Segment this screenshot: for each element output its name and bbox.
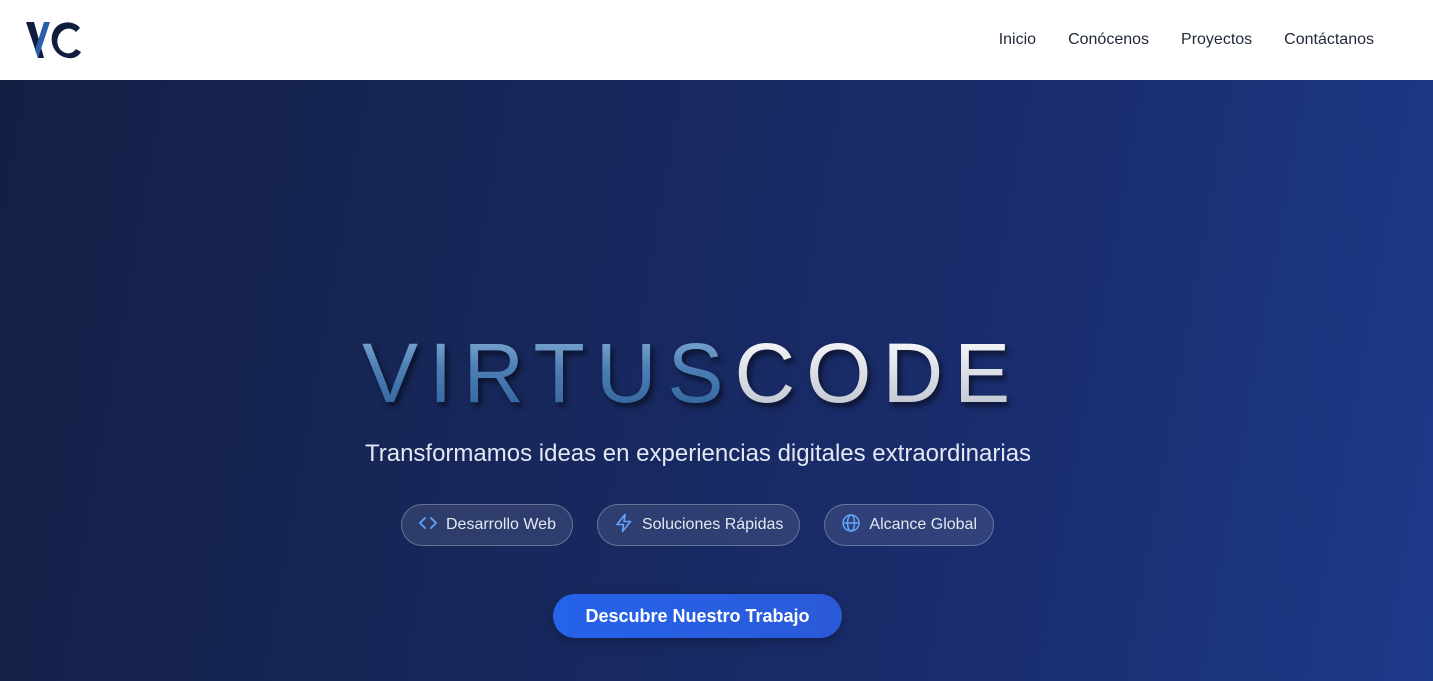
feature-pills: Desarrollo Web Soluciones Rápidas Alcanc…	[401, 504, 995, 546]
feature-pill-label: Alcance Global	[869, 516, 978, 533]
feature-pill-label: Desarrollo Web	[446, 516, 556, 533]
feature-pill-desarrollo-web[interactable]: Desarrollo Web	[401, 504, 573, 546]
hero-section: VIRTUSCODE Transformamos ideas en experi…	[0, 80, 1433, 681]
feature-pill-label: Soluciones Rápidas	[641, 516, 784, 533]
lightning-icon	[614, 513, 634, 538]
code-icon	[418, 513, 438, 538]
main-nav: Inicio Conócenos Proyectos Contáctanos	[999, 0, 1374, 80]
brand-title-part1: VIRTUS	[362, 326, 735, 420]
feature-pill-soluciones-rapidas[interactable]: Soluciones Rápidas	[596, 504, 801, 546]
nav-link-contactanos[interactable]: Contáctanos	[1284, 31, 1374, 49]
discover-work-button[interactable]: Descubre Nuestro Trabajo	[553, 594, 842, 638]
globe-icon	[841, 513, 861, 538]
vc-logo-icon[interactable]	[24, 18, 84, 62]
nav-link-conocenos[interactable]: Conócenos	[1068, 31, 1149, 49]
feature-pill-alcance-global[interactable]: Alcance Global	[824, 504, 995, 546]
nav-link-proyectos[interactable]: Proyectos	[1181, 31, 1252, 49]
hero-tagline: Transformamos ideas en experiencias digi…	[364, 440, 1032, 467]
hero-content: VIRTUSCODE Transformamos ideas en experi…	[0, 80, 1433, 681]
brand-title-part2: CODE	[734, 326, 1022, 420]
site-header: Inicio Conócenos Proyectos Contáctanos	[0, 0, 1433, 80]
nav-link-inicio[interactable]: Inicio	[999, 31, 1036, 49]
brand-title: VIRTUSCODE	[362, 328, 1021, 418]
